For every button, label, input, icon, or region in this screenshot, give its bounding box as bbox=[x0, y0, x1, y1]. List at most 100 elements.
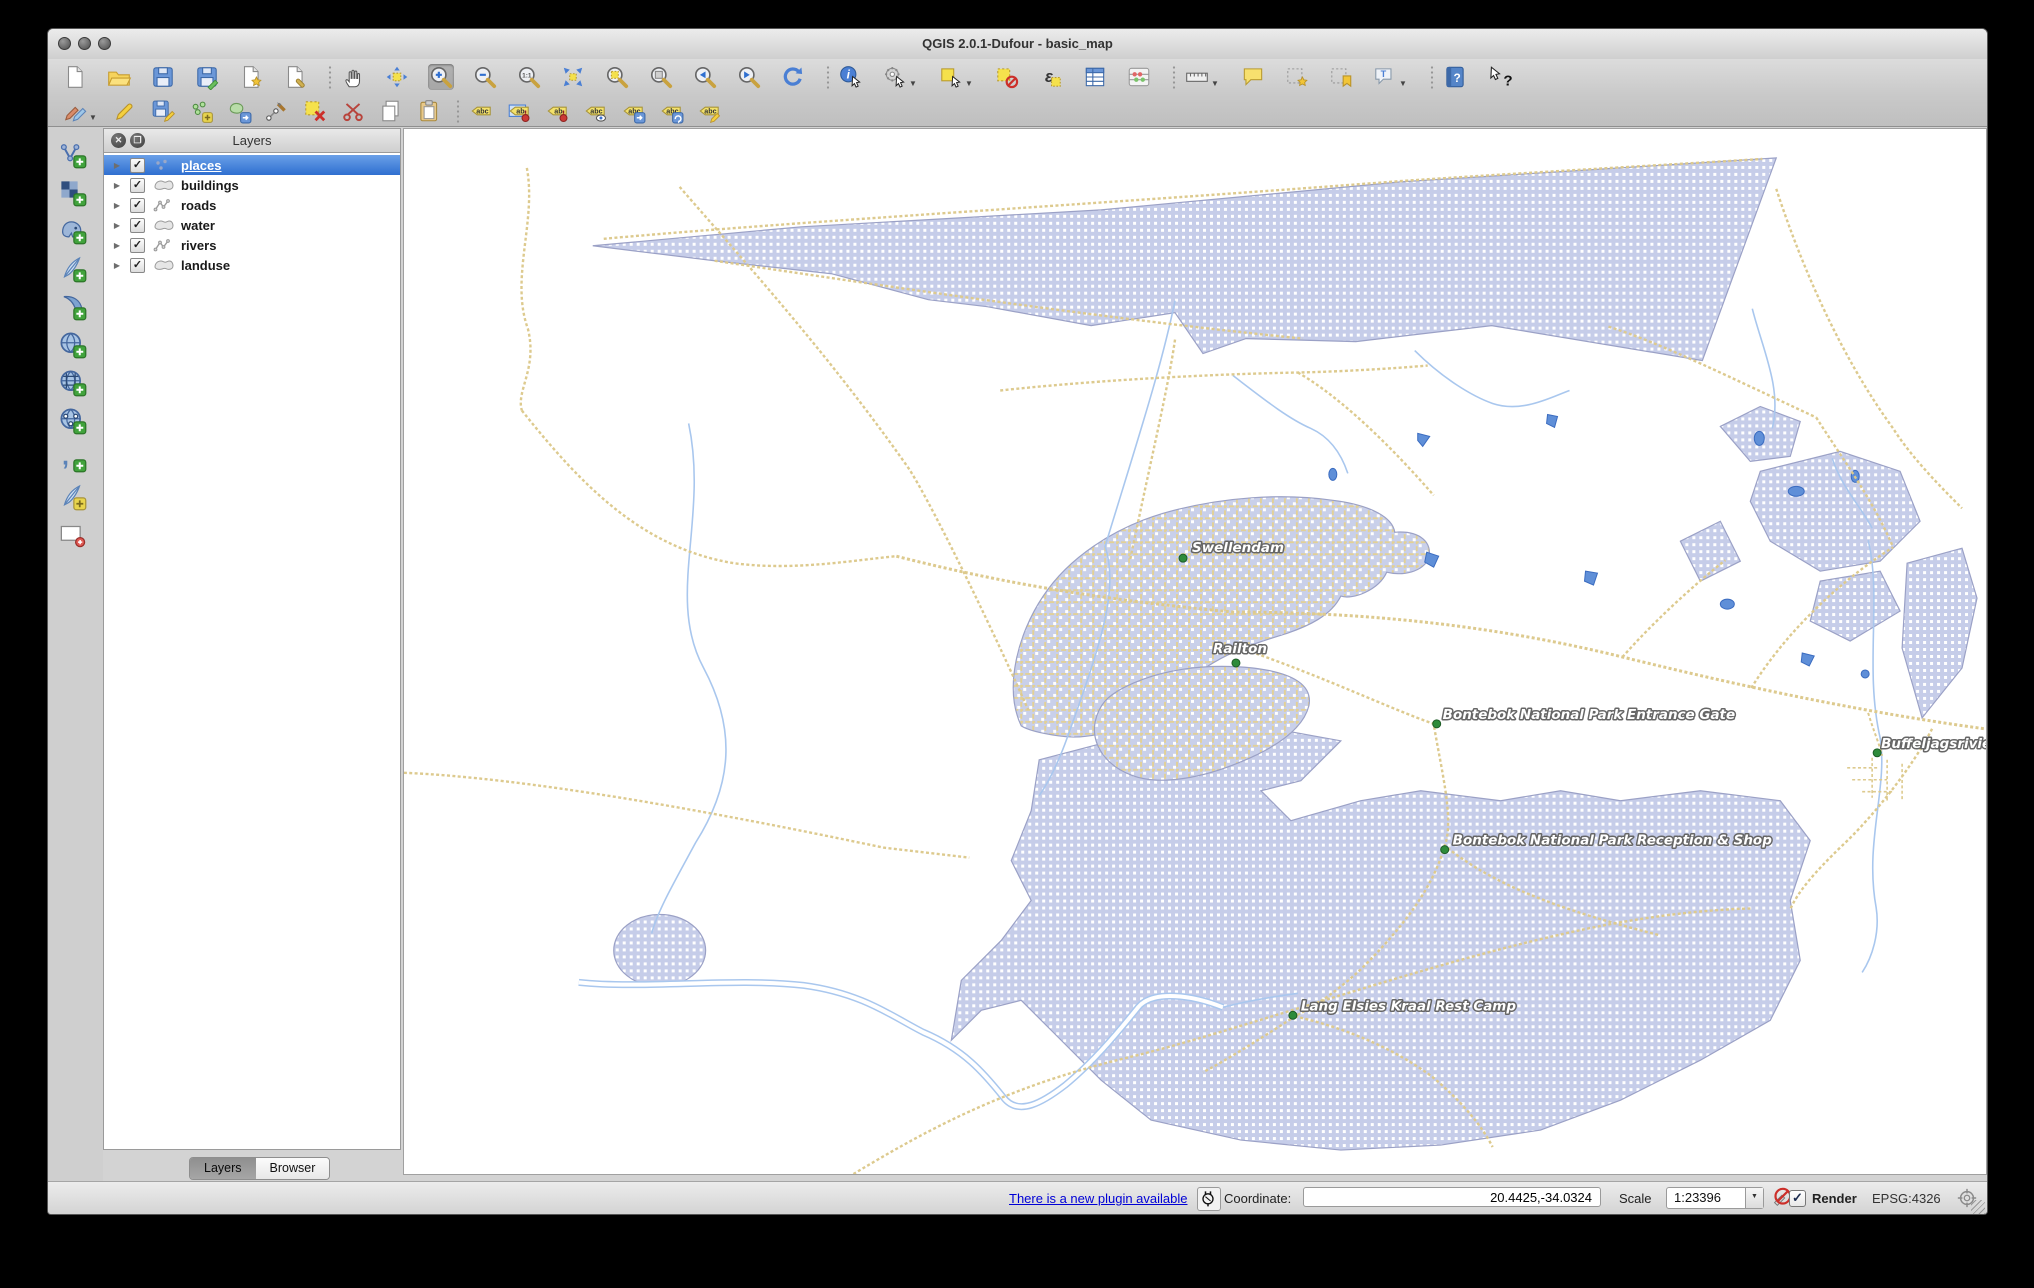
open-project-icon[interactable] bbox=[106, 64, 132, 90]
layer-visibility-checkbox[interactable]: ✓ bbox=[130, 157, 145, 173]
new-composer-icon[interactable] bbox=[238, 64, 264, 90]
save-project-as-icon[interactable] bbox=[194, 64, 220, 90]
layer-label: water bbox=[181, 217, 215, 233]
cut-features-icon[interactable] bbox=[340, 98, 366, 124]
zoom-next-icon[interactable] bbox=[736, 64, 762, 90]
add-mssql-layer-icon[interactable] bbox=[57, 291, 87, 321]
layer-visibility-checkbox[interactable]: ✓ bbox=[130, 217, 145, 233]
polygon-geometry-icon bbox=[153, 178, 175, 192]
expand-arrow-icon[interactable]: ▶ bbox=[110, 221, 124, 230]
whats-this-icon[interactable]: ? bbox=[1486, 64, 1512, 90]
tab-browser[interactable]: Browser bbox=[255, 1158, 330, 1179]
tab-layers[interactable]: Layers bbox=[190, 1158, 256, 1179]
labeling-options-icon[interactable]: abc bbox=[468, 98, 494, 124]
select-features-dropdown-icon[interactable]: ▼ bbox=[965, 79, 973, 88]
zoom-to-selection-icon[interactable] bbox=[604, 64, 630, 90]
paste-features-icon[interactable] bbox=[416, 98, 442, 124]
run-feature-action-icon[interactable] bbox=[882, 64, 908, 90]
current-edits-dropdown-icon[interactable]: ▼ bbox=[89, 113, 97, 122]
text-annotation-icon[interactable]: T bbox=[1372, 64, 1398, 90]
expand-arrow-icon[interactable]: ▶ bbox=[110, 181, 124, 190]
run-feature-action-dropdown-icon[interactable]: ▼ bbox=[909, 79, 917, 88]
expand-arrow-icon[interactable]: ▶ bbox=[110, 161, 124, 170]
polygon-geometry-icon bbox=[153, 258, 175, 272]
layer-visibility-checkbox[interactable]: ✓ bbox=[130, 237, 145, 253]
add-wcs-layer-icon[interactable] bbox=[57, 367, 87, 397]
add-wfs-layer-icon[interactable] bbox=[57, 405, 87, 435]
zoom-full-icon[interactable] bbox=[560, 64, 586, 90]
pan-map-icon[interactable] bbox=[340, 64, 366, 90]
layer-row-places[interactable]: ▶ ✓ places bbox=[104, 155, 400, 175]
layer-row-landuse[interactable]: ▶ ✓ landuse bbox=[104, 255, 400, 275]
field-calculator-icon[interactable] bbox=[1126, 64, 1152, 90]
identify-features-icon[interactable]: i bbox=[838, 64, 864, 90]
add-wms-layer-icon[interactable] bbox=[57, 329, 87, 359]
add-delimited-text-layer-icon[interactable]: , bbox=[57, 442, 87, 473]
expand-arrow-icon[interactable]: ▶ bbox=[110, 201, 124, 210]
move-feature-icon[interactable] bbox=[226, 98, 252, 124]
toggle-editing-icon[interactable] bbox=[112, 98, 138, 124]
scale-dropdown-icon[interactable]: ▼ bbox=[1745, 1188, 1763, 1208]
zoom-to-layer-icon[interactable] bbox=[648, 64, 674, 90]
show-hide-labels-icon[interactable]: abc bbox=[582, 98, 608, 124]
map-canvas[interactable]: Swellendam Railton Bontebok National Park … bbox=[403, 128, 1987, 1175]
resize-grip[interactable] bbox=[1971, 1200, 1985, 1214]
node-tool-icon[interactable] bbox=[264, 98, 290, 124]
new-bookmark-icon[interactable] bbox=[1284, 64, 1310, 90]
move-label-icon[interactable]: abc bbox=[620, 98, 646, 124]
zoom-last-icon[interactable] bbox=[692, 64, 718, 90]
add-feature-icon[interactable] bbox=[188, 98, 214, 124]
zoom-in-icon[interactable] bbox=[428, 64, 454, 90]
map-tips-icon[interactable] bbox=[1240, 64, 1266, 90]
add-spatialite-layer-icon[interactable] bbox=[57, 253, 87, 283]
measure-icon[interactable] bbox=[1184, 64, 1210, 90]
select-features-icon[interactable] bbox=[938, 64, 964, 90]
help-contents-icon[interactable]: ? bbox=[1442, 64, 1468, 90]
highlight-pinned-labels-icon[interactable]: ab bbox=[544, 98, 570, 124]
landuse-polygon bbox=[1679, 520, 1742, 582]
pin-labels-icon[interactable]: ab bbox=[506, 98, 532, 124]
layer-row-rivers[interactable]: ▶ ✓ rivers bbox=[104, 235, 400, 255]
layer-row-water[interactable]: ▶ ✓ water bbox=[104, 215, 400, 235]
deselect-all-icon[interactable] bbox=[994, 64, 1020, 90]
new-shapefile-layer-icon[interactable] bbox=[57, 519, 87, 549]
plugin-manager-icon[interactable] bbox=[1197, 1187, 1221, 1211]
save-project-icon[interactable] bbox=[150, 64, 176, 90]
buffeljagsrivier-streets bbox=[1847, 757, 1903, 802]
render-checkbox[interactable]: ✓ bbox=[1789, 1190, 1806, 1207]
delete-selected-icon[interactable] bbox=[302, 98, 328, 124]
rotate-label-icon[interactable]: abc bbox=[658, 98, 684, 124]
expand-arrow-icon[interactable]: ▶ bbox=[110, 261, 124, 270]
scale-combo[interactable]: 1:23396 ▼ bbox=[1666, 1187, 1764, 1209]
layer-visibility-checkbox[interactable]: ✓ bbox=[130, 197, 145, 213]
zoom-out-icon[interactable] bbox=[472, 64, 498, 90]
pan-to-selection-icon[interactable] bbox=[384, 64, 410, 90]
coordinate-input[interactable] bbox=[1303, 1187, 1601, 1207]
layer-visibility-checkbox[interactable]: ✓ bbox=[130, 177, 145, 193]
refresh-map-icon[interactable] bbox=[780, 64, 806, 90]
status-bar: There is a new plugin available Coordina… bbox=[48, 1181, 1987, 1214]
plugin-available-link[interactable]: There is a new plugin available bbox=[1009, 1191, 1188, 1206]
new-project-icon[interactable] bbox=[62, 64, 88, 90]
add-raster-layer-icon[interactable] bbox=[57, 177, 87, 207]
zoom-native-icon[interactable]: 1:1 bbox=[516, 64, 542, 90]
copy-features-icon[interactable] bbox=[378, 98, 404, 124]
current-edits-icon[interactable] bbox=[62, 98, 88, 124]
select-by-expression-icon[interactable]: ε bbox=[1038, 64, 1064, 90]
text-annotation-dropdown-icon[interactable]: ▼ bbox=[1399, 79, 1407, 88]
measure-dropdown-icon[interactable]: ▼ bbox=[1211, 79, 1219, 88]
new-spatialite-layer-icon[interactable] bbox=[57, 481, 87, 511]
coordinate-label: Coordinate: bbox=[1224, 1191, 1292, 1206]
show-bookmarks-icon[interactable] bbox=[1328, 64, 1354, 90]
layer-row-buildings[interactable]: ▶ ✓ buildings bbox=[104, 175, 400, 195]
title-bar[interactable]: QGIS 2.0.1-Dufour - basic_map bbox=[48, 29, 1987, 60]
save-layer-edits-icon[interactable] bbox=[150, 98, 176, 124]
expand-arrow-icon[interactable]: ▶ bbox=[110, 241, 124, 250]
add-vector-layer-icon[interactable] bbox=[57, 139, 87, 169]
composer-manager-icon[interactable] bbox=[282, 64, 308, 90]
change-label-icon[interactable]: abc bbox=[696, 98, 722, 124]
layer-visibility-checkbox[interactable]: ✓ bbox=[130, 257, 145, 273]
add-postgis-layer-icon[interactable] bbox=[57, 215, 87, 245]
layer-row-roads[interactable]: ▶ ✓ roads bbox=[104, 195, 400, 215]
open-attribute-table-icon[interactable] bbox=[1082, 64, 1108, 90]
